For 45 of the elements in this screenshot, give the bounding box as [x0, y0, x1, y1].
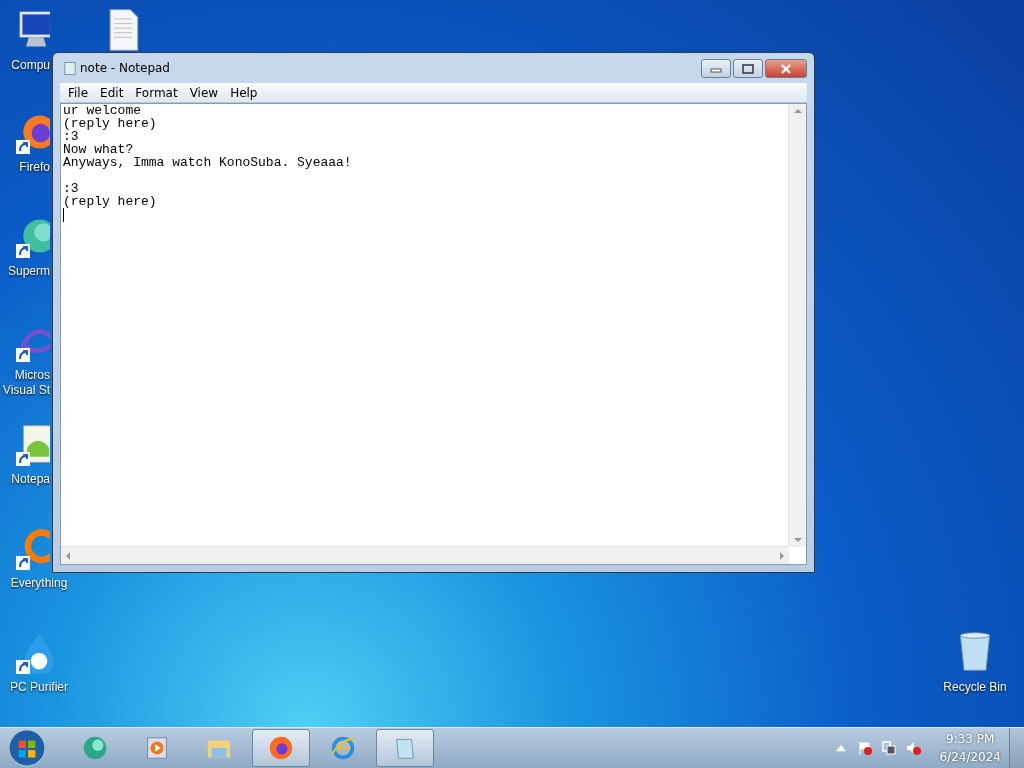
menu-item[interactable]: Edit	[94, 85, 130, 100]
close-button[interactable]	[765, 59, 807, 78]
scroll-up-icon[interactable]	[794, 109, 802, 113]
text-line: ur welcome	[63, 104, 141, 117]
maximize-button[interactable]	[733, 59, 763, 78]
desktop-icon-label[interactable]: Notepa	[11, 472, 50, 487]
desktop-icon-label[interactable]: Superm	[7, 264, 50, 279]
text-line: (reply here)	[63, 117, 157, 130]
text-line: :3	[63, 130, 79, 143]
clock-date: 6/24/2024	[939, 749, 1001, 766]
desktop-icon-label[interactable]: Everything	[10, 576, 68, 591]
minimize-button[interactable]	[701, 59, 731, 78]
text-line: Now what?	[63, 143, 134, 156]
desktop-icon-label[interactable]: Compu	[11, 58, 50, 73]
taskbar-app-button[interactable]	[252, 729, 310, 767]
menu-item[interactable]: Help	[224, 85, 264, 100]
desktop-icon-label[interactable]: PC Purifier	[10, 680, 68, 695]
menu-item[interactable]: Format	[129, 85, 184, 100]
text-editor[interactable]: ur welcome (reply here) :3 Now what? Anyways, Imma watch KonoSuba. Syeaaa! :3 (reply here)	[60, 103, 807, 565]
orb-icon	[81, 734, 109, 762]
text-line: (reply here)	[63, 195, 157, 208]
text-line: Anyways, Imma watch KonoSuba. Syeaaa!	[63, 156, 352, 169]
close-icon	[780, 63, 792, 74]
network-icon[interactable]	[881, 740, 898, 756]
desktop-icon-label[interactable]: Recycle Bin	[943, 680, 1007, 695]
desktop-icon-label[interactable]: Firefo	[19, 160, 50, 175]
scroll-down-icon[interactable]	[794, 538, 802, 542]
horizontal-scrollbar[interactable]	[61, 546, 789, 564]
menu-item[interactable]: View	[183, 85, 225, 100]
vertical-scrollbar[interactable]	[788, 104, 806, 547]
flag-icon[interactable]	[857, 740, 874, 756]
scroll-right-icon[interactable]	[780, 552, 784, 560]
menu-item[interactable]: File	[62, 85, 95, 100]
clock-time: 9:33 PM	[946, 731, 995, 748]
speaker-muted-icon[interactable]	[905, 740, 922, 756]
maximize-icon	[742, 63, 754, 74]
text-cursor	[63, 208, 64, 222]
taskbar-app-button[interactable]	[376, 729, 434, 767]
text-line: :3	[63, 182, 79, 195]
scroll-left-icon[interactable]	[66, 552, 70, 560]
show-desktop-button[interactable]	[1009, 728, 1024, 768]
notepad-icon	[64, 60, 76, 76]
start-button[interactable]	[8, 729, 46, 767]
window-title: note - Notepad	[80, 61, 171, 75]
desktop-icon-label[interactable]: Micros Visual St	[2, 368, 50, 398]
